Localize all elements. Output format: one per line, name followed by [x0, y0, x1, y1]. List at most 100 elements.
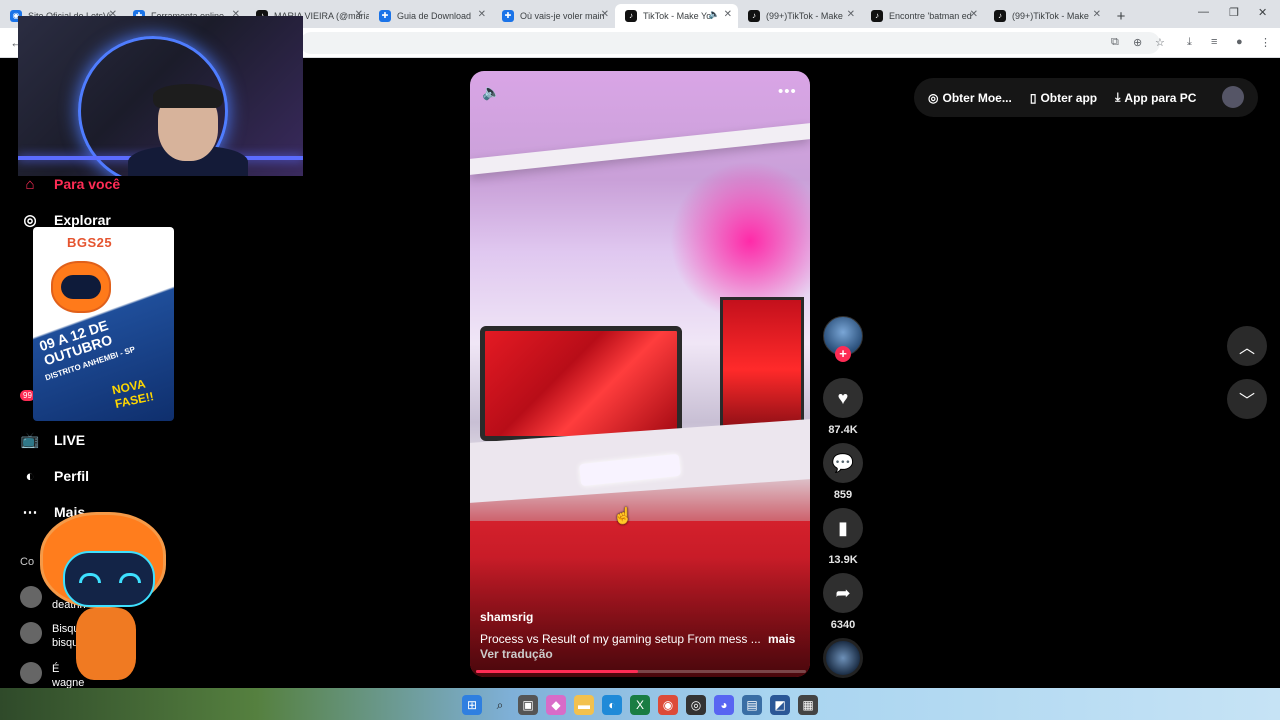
browser-tab[interactable]: ✚ Où vais-je voler main ✕	[492, 4, 615, 28]
tab-title: Encontre 'batman ed	[889, 11, 972, 21]
previous-video-button[interactable]: ︿	[1227, 326, 1267, 366]
like-count: 87.4K	[828, 424, 858, 436]
download-icon: ⤓	[1115, 90, 1121, 104]
taskbar: ⊞ ⌕ ▣ ◆ ▬ ◐ X ◉ ◎ ◕ ▤ ◩ ▦	[0, 690, 1280, 720]
bgs-promo-overlay: BGS25 09 A 12 DE OUTUBRO DISTRITO ANHEMB…	[33, 227, 174, 421]
save-button[interactable]: ▮	[823, 508, 863, 548]
new-tab-button[interactable]: +	[1107, 4, 1135, 28]
app-icon[interactable]: ◩	[770, 695, 790, 715]
media-control-icon[interactable]: ≡	[1211, 36, 1217, 48]
pc-app-button[interactable]: ⤓ App para PC	[1115, 90, 1196, 105]
browser-tab[interactable]: ♪ Encontre 'batman ed ✕	[861, 4, 984, 28]
app-icon[interactable]: ▦	[798, 695, 818, 715]
robot-mascot	[51, 261, 111, 313]
browser-tab-active[interactable]: ♪ TikTok - Make Yo 🔈 ✕	[615, 4, 738, 28]
browser-tab[interactable]: ♪ (99+)TikTok - Make ✕	[984, 4, 1107, 28]
restore-icon[interactable]: ❐	[1229, 6, 1239, 19]
comment-button[interactable]: 💬	[823, 443, 863, 483]
save-count: 13.9K	[828, 554, 858, 566]
get-coins-button[interactable]: ◎ Obter Moe...	[928, 91, 1012, 105]
close-icon[interactable]: ✕	[355, 9, 363, 20]
live-tv-icon: 📺	[20, 432, 40, 449]
sidebar-item-live[interactable]: 📺 LIVE	[20, 428, 85, 452]
sidebar-item-label: Explorar	[54, 212, 111, 228]
install-app-icon[interactable]: ⧉	[1111, 36, 1119, 49]
chevron-up-icon: ︿	[1238, 340, 1255, 357]
close-icon[interactable]: ✕	[1093, 9, 1101, 20]
site-favicon-icon: ✚	[379, 10, 391, 22]
omnibox[interactable]	[300, 32, 1160, 54]
pc-app-label: App para PC	[1124, 90, 1197, 105]
star-icon[interactable]: ☆	[1155, 36, 1165, 49]
more-options-icon[interactable]: •••	[778, 83, 797, 100]
tiktok-favicon-icon: ♪	[871, 10, 883, 22]
close-icon[interactable]: ✕	[478, 9, 486, 20]
close-icon[interactable]: ✕	[970, 9, 978, 20]
file-explorer-icon[interactable]: ▬	[574, 695, 594, 715]
robot-eye	[79, 573, 101, 583]
tab-title: Où vais-je voler main	[520, 11, 605, 21]
share-arrow-icon: ➦	[835, 582, 851, 603]
app-icon[interactable]: ▤	[742, 695, 762, 715]
phone-icon: ▯	[1029, 90, 1037, 105]
edge-icon[interactable]: ◐	[602, 695, 622, 715]
browser-tab[interactable]: ♪ (99+)TikTok - Make ✕	[738, 4, 861, 28]
windows-start-icon[interactable]: ⊞	[462, 695, 482, 715]
excel-icon[interactable]: X	[630, 695, 650, 715]
robot-body	[76, 608, 136, 680]
zoom-icon[interactable]: ⊕	[1133, 36, 1142, 49]
next-video-button[interactable]: ﹀	[1227, 379, 1267, 419]
chrome-icon[interactable]: ◉	[658, 695, 678, 715]
follow-plus-icon[interactable]: +	[835, 346, 851, 362]
minimize-icon[interactable]: —	[1198, 6, 1209, 18]
profile-avatar-icon: ◐	[25, 467, 35, 485]
close-window-icon[interactable]: ✕	[1258, 6, 1267, 19]
sidebar-item-label: Para você	[54, 176, 121, 192]
video-progress-bar[interactable]	[476, 670, 806, 673]
home-icon: ⌂	[25, 175, 35, 193]
mouse-cursor-icon: ☝	[613, 508, 633, 525]
site-favicon-icon: ✚	[502, 10, 514, 22]
search-icon[interactable]: ⌕	[490, 695, 510, 715]
sound-icon[interactable]: 🔈	[482, 83, 501, 101]
user-avatar[interactable]	[1222, 86, 1244, 108]
menu-dots-icon[interactable]: ⋮	[1260, 36, 1271, 49]
video-player[interactable]	[470, 71, 810, 677]
comment-icon: 💬	[831, 452, 855, 473]
robot-visor	[63, 551, 155, 607]
sidebar-item-label: Perfil	[54, 468, 90, 484]
webcam-overlay	[18, 16, 303, 176]
app-icon[interactable]: ◆	[546, 695, 566, 715]
more-description-button[interactable]: mais	[768, 632, 795, 646]
profile-icon[interactable]: ●	[1236, 36, 1243, 48]
download-icon[interactable]: ⤓	[1187, 36, 1192, 49]
tiktok-favicon-icon: ♪	[625, 10, 637, 22]
browser-tab[interactable]: ✚ Guia de Download ✕	[369, 4, 492, 28]
robot-eye	[119, 573, 141, 583]
share-count: 6340	[830, 619, 856, 631]
app-icon[interactable]: ◎	[686, 695, 706, 715]
speaker-icon[interactable]: 🔈	[709, 9, 720, 20]
get-app-button[interactable]: ▯ Obter app	[1030, 91, 1097, 105]
task-view-icon[interactable]: ▣	[518, 695, 538, 715]
close-icon[interactable]: ✕	[847, 9, 855, 20]
comment-count: 859	[833, 489, 853, 501]
tiktok-favicon-icon: ♪	[748, 10, 760, 22]
tab-title: Guia de Download	[397, 11, 472, 21]
streamer-cap	[153, 84, 223, 108]
tab-title: TikTok - Make Yo	[643, 11, 712, 21]
chevron-down-icon: ﹀	[1238, 393, 1255, 410]
video-author[interactable]: shamsrig	[480, 610, 533, 624]
video-progress-fill	[476, 670, 638, 673]
video-description: Process vs Result of my gaming setup Fro…	[480, 632, 760, 646]
discord-icon[interactable]: ◕	[714, 695, 734, 715]
tab-title: (99+)TikTok - Make	[1012, 11, 1089, 21]
translate-button[interactable]: Ver tradução	[480, 647, 553, 661]
close-icon[interactable]: ✕	[601, 9, 609, 20]
music-disc[interactable]	[823, 638, 863, 678]
like-button[interactable]: ♥	[823, 378, 863, 418]
sidebar-item-profile[interactable]: ◐ Perfil	[20, 464, 89, 488]
share-button[interactable]: ➦	[823, 573, 863, 613]
close-icon[interactable]: ✕	[724, 9, 732, 20]
bookmark-icon: ▮	[838, 517, 848, 538]
